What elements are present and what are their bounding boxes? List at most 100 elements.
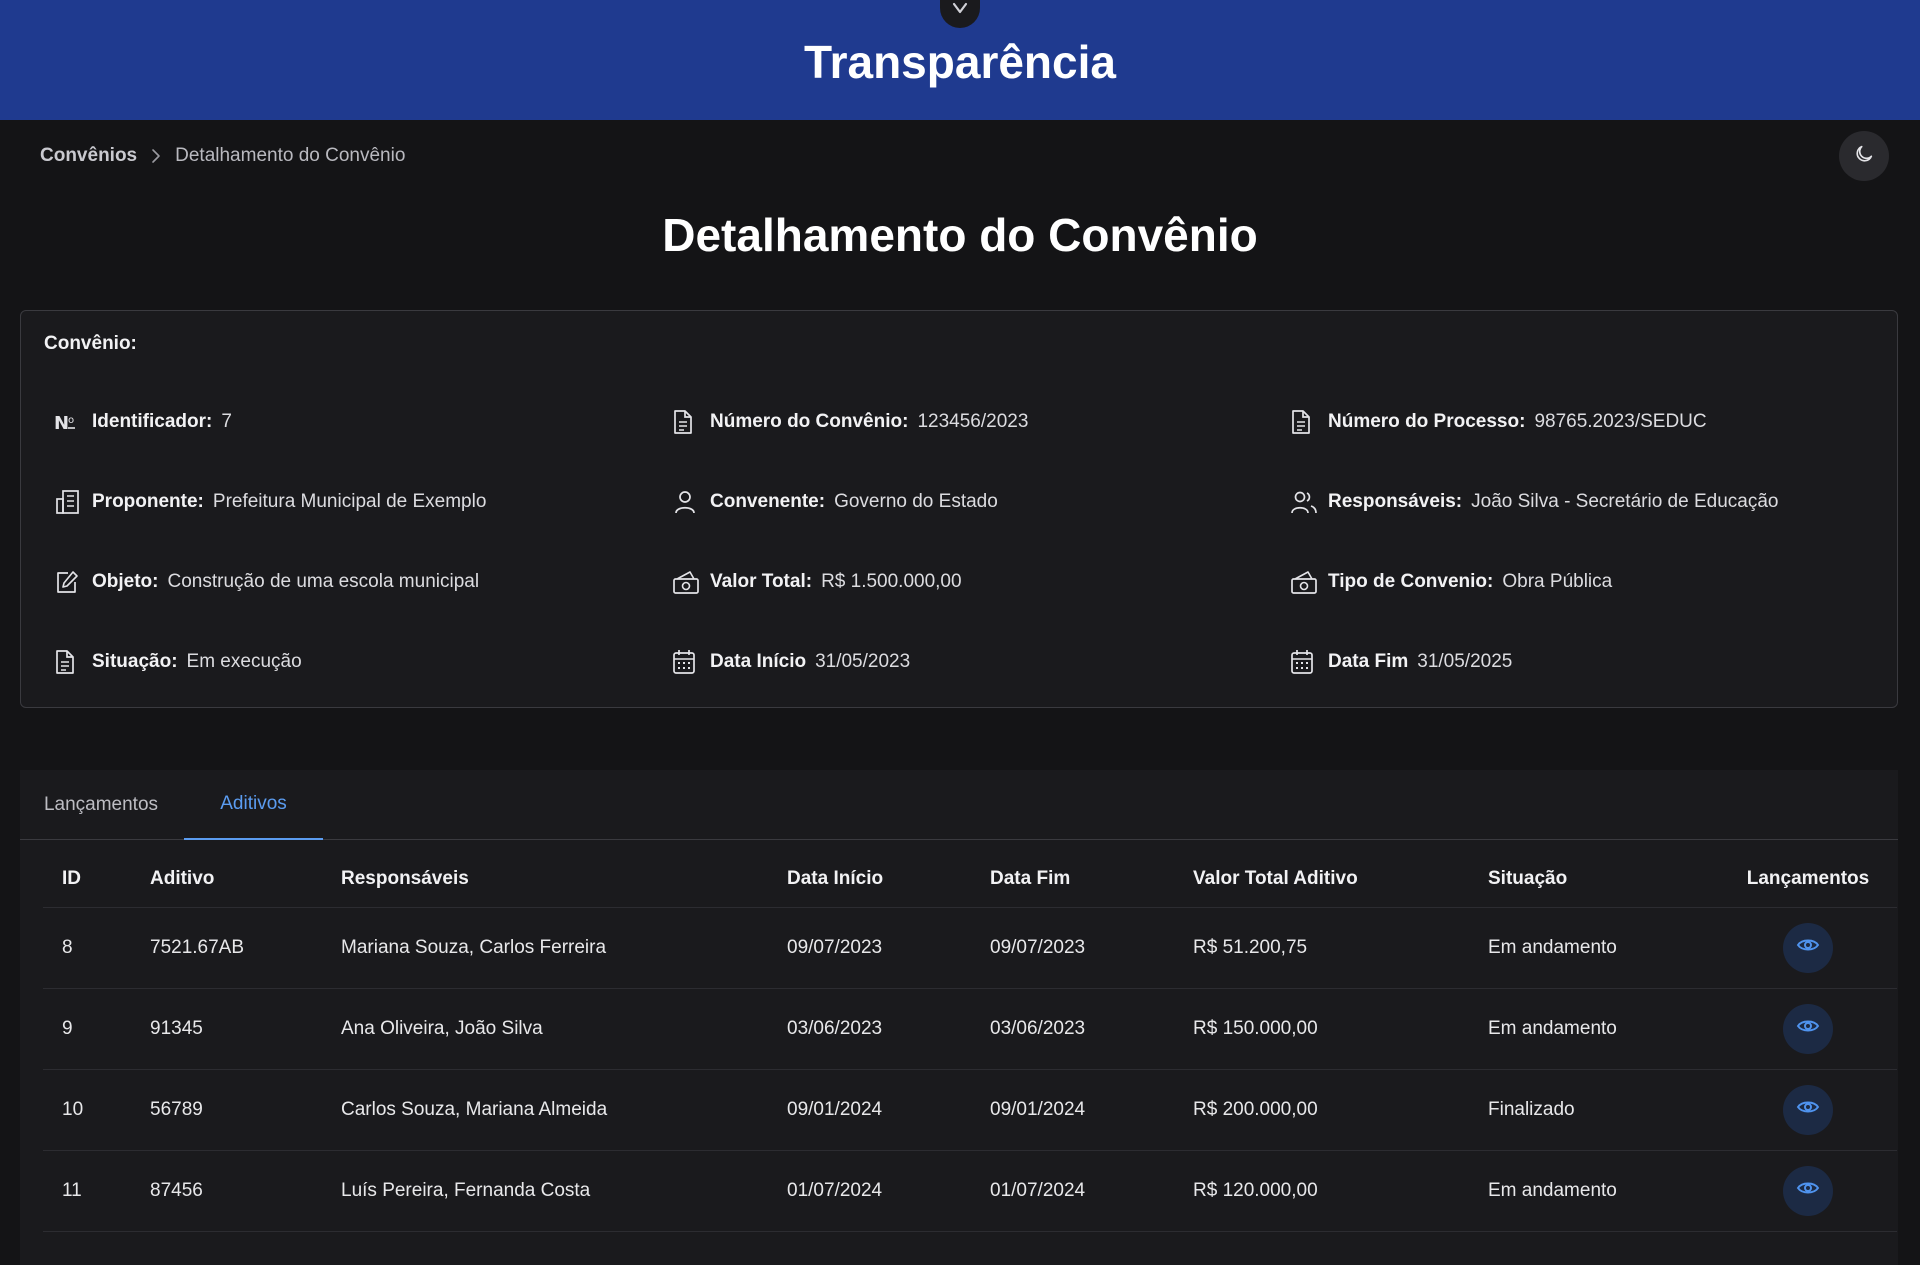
column-header-data-fim: Data Fim [971,851,1174,908]
field-label: Identificador: [92,411,213,432]
edit-icon [54,567,84,597]
svg-text:N: N [54,413,69,433]
top-bar: Transparência [0,0,1920,120]
cell-valor-total: R$ 51.200,75 [1174,907,1469,989]
field-situacao: Situação: Em execução [54,647,302,677]
cell-situacao: Finalizado [1469,1069,1719,1151]
document-icon [54,647,84,677]
field-convenente: Convenente: Governo do Estado [672,487,998,517]
field-label: Convenente: [710,491,826,512]
document-icon [1290,407,1320,437]
field-label: Número do Convênio: [710,411,909,432]
cell-lancamentos [1719,988,1897,1070]
eye-icon [1796,937,1820,959]
cell-aditivo: 91345 [131,988,322,1070]
moon-icon [1853,143,1875,170]
column-header-lancamentos: Lançamentos [1719,851,1897,908]
field-identificador: No Identificador: 7 [54,407,232,437]
field-value: Construção de uma escola municipal [167,571,480,592]
column-header-aditivo: Aditivo [131,851,322,908]
breadcrumb-link-convenios[interactable]: Convênios [40,145,137,167]
table-header-row: ID Aditivo Responsáveis Data Início Data… [43,851,1897,908]
breadcrumb: Convênios Detalhamento do Convênio [40,140,405,172]
field-value: Governo do Estado [834,491,998,512]
column-header-valor-total: Valor Total Aditivo [1174,851,1469,908]
cell-aditivo: 56789 [131,1069,322,1151]
field-value: Obra Pública [1502,571,1613,592]
field-label: Situação: [92,651,178,672]
cell-id: 9 [43,988,131,1070]
document-icon [672,407,702,437]
column-header-id: ID [43,851,131,908]
cell-situacao: Em andamento [1469,907,1719,989]
calendar-icon [672,647,702,677]
field-objeto: Objeto: Construção de uma escola municip… [54,567,479,597]
table-row: 10 56789 Carlos Souza, Mariana Almeida 0… [43,1069,1897,1151]
view-lancamentos-button[interactable] [1783,1085,1833,1135]
field-label: Objeto: [92,571,159,592]
money-icon [1290,567,1320,597]
calendar-icon [1290,647,1320,677]
page-title: Detalhamento do Convênio [662,209,1258,261]
field-value: R$ 1.500.000,00 [821,571,962,592]
field-numero-convenio: Número do Convênio: 123456/2023 [672,407,1028,437]
cell-valor-total: R$ 120.000,00 [1174,1150,1469,1232]
field-data-fim: Data Fim 31/05/2025 [1290,647,1512,677]
table-row: 9 91345 Ana Oliveira, João Silva 03/06/2… [43,988,1897,1070]
field-label: Tipo de Convenio: [1328,571,1494,592]
cell-responsaveis: Mariana Souza, Carlos Ferreira [322,907,768,989]
svg-text:o: o [68,415,74,426]
tab-bar: Lançamentos Aditivos [20,770,1898,840]
convenio-details-card: Convênio: No Identificador: 7 Número do … [20,310,1898,708]
field-label: Responsáveis: [1328,491,1463,512]
field-label: Número do Processo: [1328,411,1526,432]
field-label: Data Fim [1328,651,1409,672]
tab-lancamentos[interactable]: Lançamentos [20,770,182,840]
cell-responsaveis: Luís Pereira, Fernanda Costa [322,1150,768,1232]
field-label: Proponente: [92,491,204,512]
cell-data-fim: 01/07/2024 [971,1150,1174,1232]
field-responsaveis: Responsáveis: João Silva - Secretário de… [1290,487,1778,517]
cell-data-inicio: 09/01/2024 [768,1069,971,1151]
tab-aditivos[interactable]: Aditivos [184,770,323,840]
view-lancamentos-button[interactable] [1783,1004,1833,1054]
field-proponente: Proponente: Prefeitura Municipal de Exem… [54,487,486,517]
cell-lancamentos [1719,907,1897,989]
header-collapse-toggle[interactable] [940,0,980,28]
cell-lancamentos [1719,1069,1897,1151]
field-value: 98765.2023/SEDUC [1534,411,1707,432]
eye-icon [1796,1180,1820,1202]
field-tipo-convenio: Tipo de Convenio: Obra Pública [1290,567,1612,597]
cell-id: 8 [43,907,131,989]
field-label: Data Início [710,651,807,672]
column-header-data-inicio: Data Início [768,851,971,908]
cell-situacao: Em andamento [1469,1150,1719,1232]
breadcrumb-current: Detalhamento do Convênio [175,145,406,166]
view-lancamentos-button[interactable] [1783,923,1833,973]
number-sign-icon: No [54,407,84,437]
user-icon [672,487,702,517]
cell-responsaveis: Ana Oliveira, João Silva [322,988,768,1070]
field-value: 31/05/2025 [1417,651,1513,672]
field-valor-total: Valor Total: R$ 1.500.000,00 [672,567,962,597]
column-header-responsaveis: Responsáveis [322,851,768,908]
money-icon [672,567,702,597]
field-value: Prefeitura Municipal de Exemplo [212,491,487,512]
cell-data-fim: 03/06/2023 [971,988,1174,1070]
eye-icon [1796,1018,1820,1040]
column-header-situacao: Situação [1469,851,1719,908]
chevron-down-icon [952,1,968,19]
cell-data-fim: 09/01/2024 [971,1069,1174,1151]
theme-toggle-button[interactable] [1839,131,1889,181]
cell-responsaveis: Carlos Souza, Mariana Almeida [322,1069,768,1151]
view-lancamentos-button[interactable] [1783,1166,1833,1216]
table-row: 8 7521.67AB Mariana Souza, Carlos Ferrei… [43,907,1897,989]
cell-valor-total: R$ 150.000,00 [1174,988,1469,1070]
cell-aditivo: 7521.67AB [131,907,322,989]
app-title: Transparência [804,36,1116,88]
field-label: Valor Total: [710,571,813,592]
cell-aditivo: 87456 [131,1150,322,1232]
field-value: 7 [221,411,232,432]
cell-valor-total: R$ 200.000,00 [1174,1069,1469,1151]
cell-data-fim: 09/07/2023 [971,907,1174,989]
